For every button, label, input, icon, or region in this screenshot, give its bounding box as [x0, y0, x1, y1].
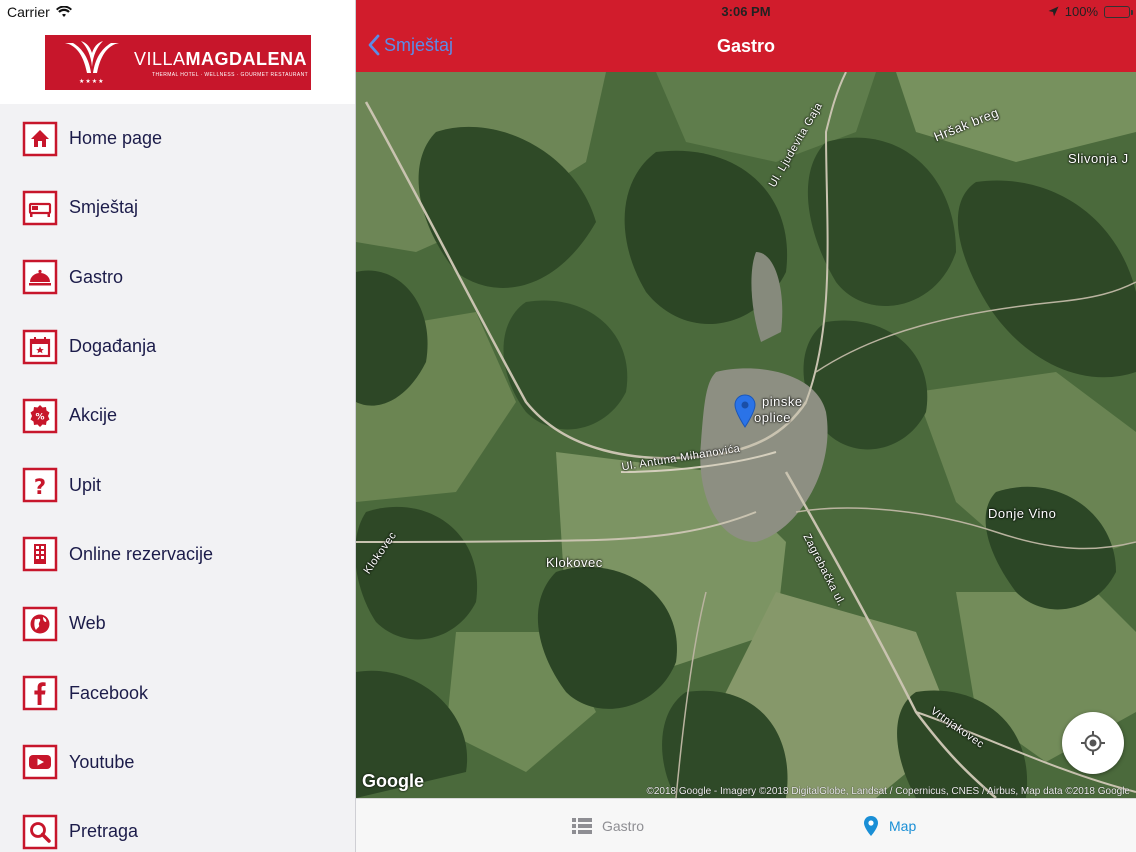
menu-item-search[interactable]: Pretraga — [0, 797, 355, 852]
location-pin-icon[interactable] — [734, 394, 756, 428]
carrier-label: Carrier — [7, 4, 50, 20]
status-bar-right: 100% — [1048, 4, 1133, 19]
map-label-krapinske-1: pinske — [762, 394, 803, 409]
globe-icon — [22, 606, 58, 641]
menu-item-web[interactable]: Web — [0, 589, 355, 658]
google-logo: Google — [362, 771, 424, 791]
wifi-icon — [55, 6, 72, 17]
menu-item-accommodation[interactable]: Smještaj — [0, 173, 355, 242]
svg-text:?: ? — [34, 475, 46, 499]
sidebar: Carrier ★★★★ VILLAMAGDALENA THERMAL HOTE… — [0, 0, 356, 852]
map-label-donje-vino: Donje Vino — [988, 506, 1057, 521]
satellite-map[interactable]: Hršak breg Slivonja J Ul. Ljudevita Gaja… — [356, 72, 1136, 798]
map-imagery — [356, 72, 1136, 798]
menu-label: Web — [69, 613, 106, 634]
my-location-button[interactable] — [1062, 712, 1124, 774]
menu-label: Online rezervacije — [69, 543, 214, 564]
menu-label: Upit — [69, 474, 102, 495]
menu-label: Događanja — [69, 336, 157, 357]
menu-label: Gastro — [69, 266, 124, 287]
menu-item-gastro[interactable]: Gastro — [0, 243, 355, 312]
menu-label: Youtube — [69, 751, 135, 772]
search-icon — [22, 814, 58, 849]
location-arrow-icon — [1048, 6, 1059, 17]
tab-gastro[interactable]: Gastro — [572, 799, 644, 852]
menu-item-youtube[interactable]: Youtube — [0, 728, 355, 797]
map-attribution[interactable]: ©2018 Google - Imagery ©2018 DigitalGlob… — [647, 786, 1131, 797]
logo-mark-icon — [65, 41, 119, 73]
menu-item-facebook[interactable]: Facebook — [0, 658, 355, 727]
tab-bar: Gastro Map — [356, 798, 1136, 852]
tab-gastro-label: Gastro — [602, 818, 645, 834]
map-pin-icon — [864, 816, 878, 836]
sidebar-header: ★★★★ VILLAMAGDALENA THERMAL HOTEL · WELL… — [0, 24, 355, 104]
sidebar-menu: Home page Smještaj Gastro Događanja % Ak… — [0, 104, 355, 852]
tab-map[interactable]: Map — [863, 799, 916, 852]
cloche-icon — [22, 259, 58, 295]
map-label-slivonja: Slivonja J — [1068, 151, 1129, 166]
menu-label: Akcije — [69, 405, 118, 426]
youtube-icon — [22, 745, 58, 780]
logo-tagline: THERMAL HOTEL · WELLNESS · GOURMET RESTA… — [152, 72, 309, 78]
menu-label: Home page — [69, 128, 163, 149]
bed-icon — [22, 190, 58, 226]
building-icon — [22, 537, 58, 572]
status-bar-left: Carrier — [0, 0, 355, 24]
menu-label: Pretraga — [69, 821, 139, 842]
crosshair-icon — [1081, 731, 1105, 755]
calendar-icon — [22, 329, 58, 364]
svg-text:%: % — [35, 412, 44, 422]
menu-item-events[interactable]: Događanja — [0, 312, 355, 381]
list-icon — [572, 818, 592, 834]
menu-item-home[interactable]: Home page — [0, 104, 355, 173]
question-icon: ? — [22, 467, 58, 503]
navigation-bar: 3:06 PM 100% Smještaj Gastro — [356, 0, 1136, 72]
main-panel: 3:06 PM 100% Smještaj Gastro Hršak breg … — [356, 0, 1136, 852]
battery-percent: 100% — [1064, 4, 1098, 19]
tab-map-label: Map — [889, 818, 917, 834]
home-icon — [22, 121, 58, 156]
status-time: 3:06 PM — [721, 4, 771, 19]
logo-brand: VILLAMAGDALENA — [134, 49, 308, 69]
map-label-krapinske-2: oplice — [754, 410, 791, 425]
menu-item-inquiry[interactable]: ? Upit — [0, 450, 355, 519]
menu-label: Smještaj — [69, 197, 139, 218]
page-title: Gastro — [716, 36, 776, 56]
menu-item-online-reservations[interactable]: Online rezervacije — [0, 520, 355, 589]
menu-label: Facebook — [69, 682, 149, 703]
logo-stars: ★★★★ — [79, 79, 105, 85]
menu-item-offers[interactable]: % Akcije — [0, 381, 355, 450]
discount-badge-icon: % — [22, 398, 58, 434]
battery-icon — [1104, 5, 1133, 18]
hotel-logo[interactable]: ★★★★ VILLAMAGDALENA THERMAL HOTEL · WELL… — [45, 35, 311, 90]
map-label-klokovec: Klokovec — [546, 555, 603, 570]
facebook-icon — [22, 675, 58, 711]
